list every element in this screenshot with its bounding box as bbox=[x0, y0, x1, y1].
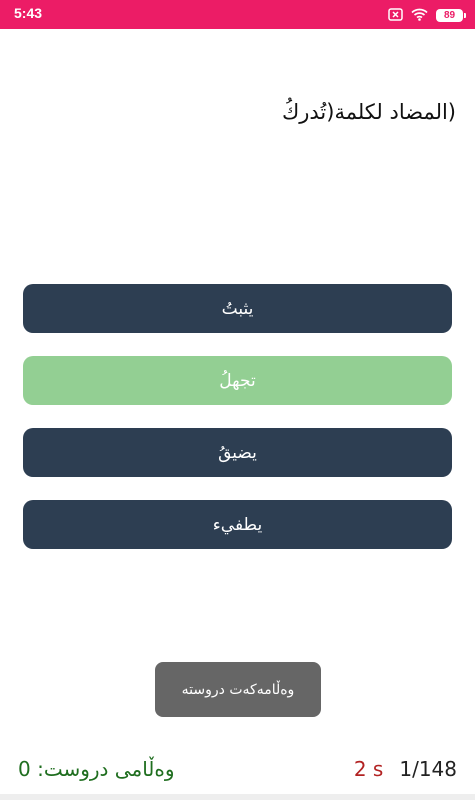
bottom-divider bbox=[0, 794, 475, 800]
status-time: 5:43 bbox=[14, 5, 43, 21]
answer-option-1[interactable]: يثبتُ bbox=[23, 284, 452, 333]
answer-option-4[interactable]: يطفيء bbox=[23, 500, 452, 549]
wifi-icon bbox=[411, 6, 428, 25]
status-bar: 5:43 89 bbox=[0, 0, 475, 29]
answer-option-2[interactable]: تجهلُ bbox=[23, 356, 452, 405]
toast-message: وەڵامەکەت دروستە bbox=[155, 662, 321, 717]
timer: 2 s bbox=[353, 757, 384, 781]
close-box-icon bbox=[388, 6, 403, 25]
answer-options: يثبتُ تجهلُ يضيقُ يطفيء bbox=[23, 284, 452, 572]
question-counter: 1/148 bbox=[399, 757, 457, 781]
footer-right: 2 s 1/148 bbox=[354, 757, 457, 781]
answer-option-3[interactable]: يضيقُ bbox=[23, 428, 452, 477]
battery-icon: 89 bbox=[436, 9, 466, 22]
correct-answers-count: وەڵامی دروست: 0 bbox=[18, 757, 175, 781]
question-text: (المضاد لكلمة(تُدركُ bbox=[281, 100, 456, 124]
status-icons: 89 bbox=[388, 6, 466, 25]
